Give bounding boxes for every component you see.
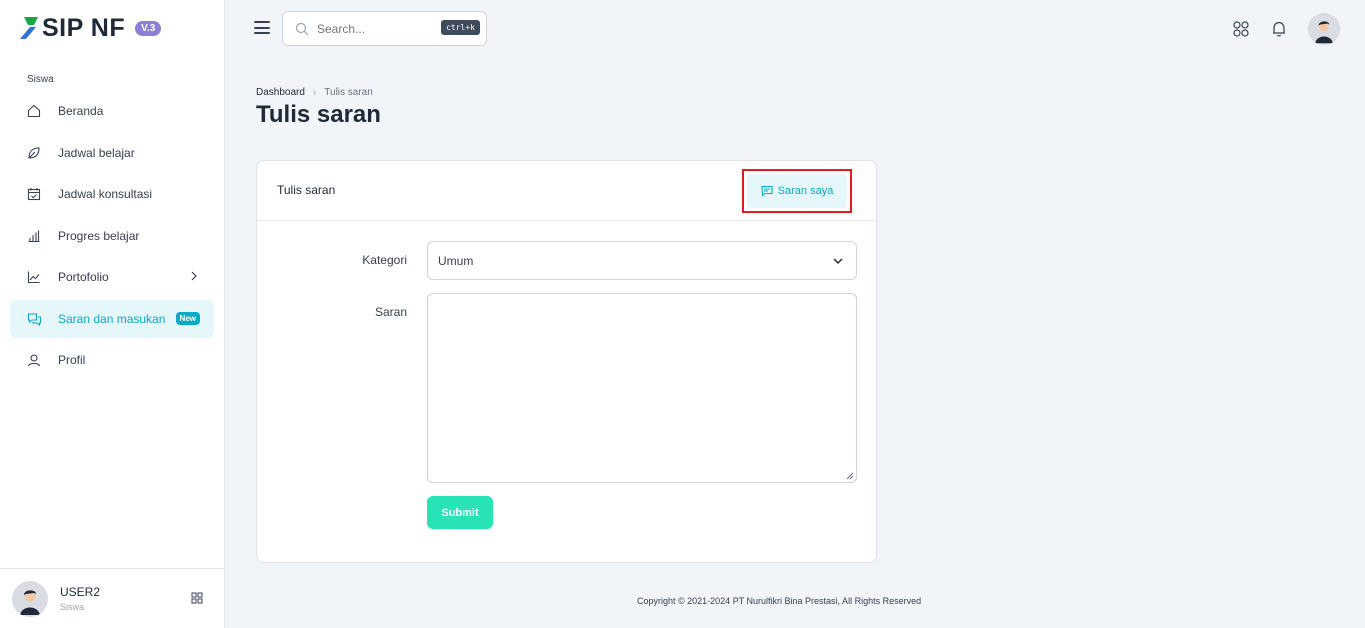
brand[interactable]: SIP NF V.3: [20, 13, 162, 42]
sidebar-item-label: Profil: [58, 353, 86, 367]
sidebar-nav: Beranda Jadwal belajar Jadwal konsultasi…: [10, 92, 214, 383]
chevron-right-icon: [190, 270, 198, 284]
search-box[interactable]: ctrl+k: [282, 11, 487, 46]
sidebar: SIP NF V.3 Siswa Beranda Jadwal belajar: [0, 0, 225, 628]
bar-chart-icon: [26, 228, 42, 244]
sidebar-item-label: Portofolio: [58, 270, 109, 284]
sidebar-item-label: Jadwal konsultasi: [58, 187, 153, 201]
card-title: Tulis saran: [277, 183, 336, 197]
card-header: Tulis saran Saran saya: [257, 161, 876, 221]
logo-icon: [20, 17, 38, 39]
footer-copyright: Copyright © 2021-2024 PT Nurulfikri Bina…: [637, 596, 922, 606]
trend-chart-icon: [26, 269, 42, 285]
avatar[interactable]: [1308, 13, 1340, 45]
sidebar-section-label: Siswa: [27, 74, 54, 85]
sidebar-item-label: Saran dan masukan: [58, 311, 166, 326]
breadcrumb-root[interactable]: Dashboard: [256, 87, 305, 98]
search-input[interactable]: [317, 21, 432, 36]
calendar-check-icon: [26, 186, 42, 202]
chat-bubbles-icon: [26, 311, 42, 327]
sidebar-item-jadwal-konsultasi[interactable]: Jadwal konsultasi: [10, 175, 214, 213]
top-actions: [1232, 13, 1340, 45]
search-icon: [295, 22, 309, 35]
shortcut-hint: ctrl+k: [441, 20, 480, 35]
version-badge: V.3: [135, 20, 162, 36]
sidebar-item-beranda[interactable]: Beranda: [10, 92, 214, 130]
apps-grid-icon[interactable]: [1232, 20, 1250, 38]
app-root: SIP NF V.3 Siswa Beranda Jadwal belajar: [0, 0, 1365, 628]
brand-name: SIP NF: [42, 13, 126, 42]
kategori-label: Kategori: [362, 253, 407, 267]
breadcrumb: Dashboard › Tulis saran: [256, 87, 373, 98]
saran-textarea[interactable]: [427, 293, 857, 483]
bell-icon[interactable]: [1270, 20, 1288, 38]
sidebar-item-profil[interactable]: Profil: [10, 341, 214, 379]
home-icon: [26, 103, 42, 119]
sidebar-item-saran-dan-masukan[interactable]: Saran dan masukan New: [10, 299, 214, 338]
saran-card: Tulis saran Saran saya Kategori Umum Sar…: [256, 160, 877, 563]
user-panel[interactable]: USER2 Siswa: [0, 568, 225, 628]
user-name: USER2: [60, 585, 101, 599]
page-title: Tulis saran: [256, 101, 381, 128]
saran-saya-label: Saran saya: [777, 185, 834, 197]
sidebar-item-jadwal-belajar[interactable]: Jadwal belajar: [10, 134, 214, 172]
sidebar-item-label: Jadwal belajar: [58, 145, 135, 160]
kategori-value: Umum: [438, 253, 474, 268]
saran-label: Saran: [374, 305, 407, 319]
switch-account-icon[interactable]: [191, 592, 203, 607]
user-icon: [26, 352, 42, 368]
chevron-down-icon: [833, 258, 843, 265]
menu-toggle-icon[interactable]: [254, 21, 270, 35]
avatar: [12, 580, 48, 617]
sidebar-item-label: Progres belajar: [58, 228, 140, 243]
resize-handle-icon[interactable]: [846, 472, 854, 480]
kategori-select[interactable]: Umum: [427, 241, 857, 280]
message-icon: [761, 185, 773, 197]
sidebar-item-portofolio[interactable]: Portofolio: [10, 258, 214, 296]
saran-saya-highlight: Saran saya: [742, 169, 852, 213]
sidebar-item-progres-belajar[interactable]: Progres belajar: [10, 217, 214, 255]
chevron-right-icon: ›: [312, 87, 317, 98]
user-role: Siswa: [60, 602, 85, 612]
leaf-icon: [26, 145, 42, 161]
submit-button[interactable]: Submit: [427, 496, 493, 529]
sidebar-item-label: Beranda: [58, 104, 104, 118]
new-badge: New: [175, 311, 200, 325]
saran-saya-button[interactable]: Saran saya: [747, 174, 847, 208]
breadcrumb-current: Tulis saran: [324, 87, 373, 98]
user-info: USER2 Siswa: [60, 585, 100, 612]
